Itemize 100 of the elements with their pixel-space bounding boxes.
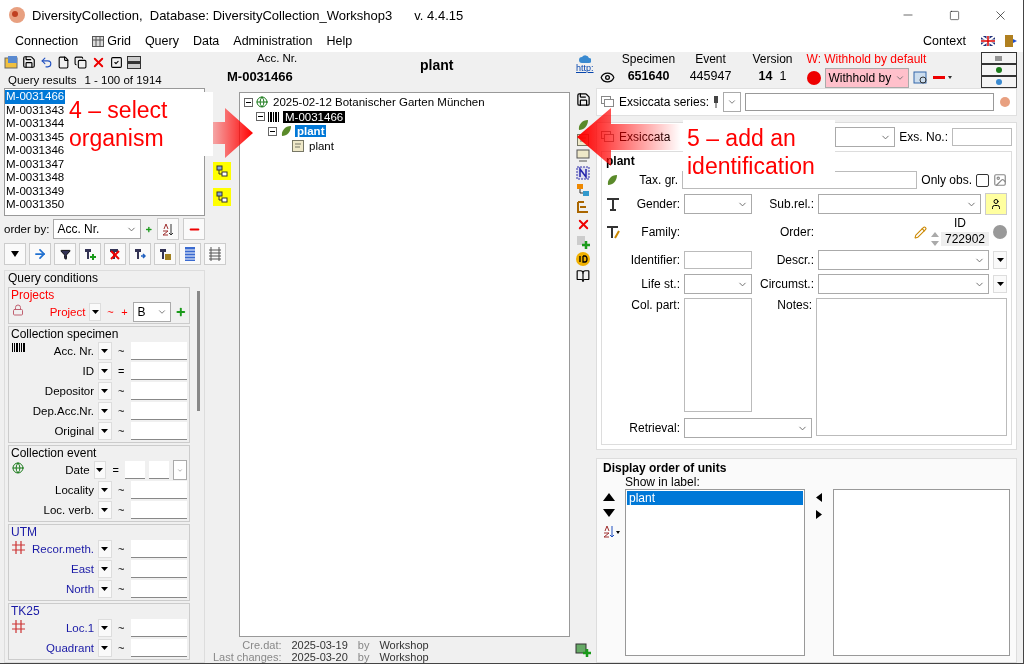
notes-field[interactable] <box>816 298 1007 436</box>
condition-field[interactable] <box>131 402 187 420</box>
exit-icon[interactable] <box>1003 34 1017 48</box>
operator-dropdown[interactable] <box>98 481 112 499</box>
event-view-button[interactable] <box>981 64 1017 76</box>
withhold-select[interactable]: Withhold by <box>824 68 909 88</box>
move-down-icon[interactable] <box>603 509 615 517</box>
add-icon[interactable] <box>175 305 187 319</box>
result-item[interactable]: M-0031466 <box>5 90 66 104</box>
move-up-icon[interactable] <box>603 493 615 501</box>
dropdown-button[interactable] <box>4 243 26 265</box>
move-right-icon[interactable] <box>816 510 822 519</box>
filter-remove-button[interactable] <box>104 243 126 265</box>
tree-tool-icon[interactable] <box>213 162 231 180</box>
day-field[interactable] <box>125 461 145 479</box>
tree-node[interactable]: M-0031466 <box>283 110 346 123</box>
result-item[interactable]: M-0031350 <box>5 198 66 212</box>
condition-field[interactable] <box>131 639 187 657</box>
condition-field[interactable] <box>131 580 187 598</box>
copy-icon[interactable] <box>74 55 87 69</box>
operator-dropdown[interactable] <box>98 619 112 637</box>
move-left-icon[interactable] <box>816 493 822 502</box>
http-link[interactable]: http: <box>576 63 594 73</box>
unit-item[interactable]: plant <box>627 491 803 505</box>
expander-icon[interactable] <box>268 126 277 136</box>
map-view-button[interactable] <box>981 76 1017 88</box>
panel-icon[interactable] <box>127 55 141 69</box>
project-select[interactable]: B <box>133 302 172 322</box>
condition-field[interactable] <box>131 560 187 578</box>
condition-field[interactable] <box>131 342 187 360</box>
menu-item[interactable]: Administration <box>226 34 320 48</box>
specimen-view-button[interactable] <box>981 52 1017 64</box>
id-icon[interactable] <box>576 252 590 266</box>
operator-dropdown[interactable] <box>98 501 112 519</box>
identifier-field[interactable] <box>684 251 752 269</box>
menu-item[interactable]: Context <box>915 34 973 48</box>
condition-field[interactable] <box>131 501 187 519</box>
list-icon[interactable] <box>576 200 590 214</box>
result-item[interactable]: M-0031347 <box>5 157 66 171</box>
sort-button[interactable] <box>157 218 179 240</box>
add-image-icon[interactable] <box>575 643 591 657</box>
menu-item[interactable]: Help <box>319 34 360 48</box>
arrow-button[interactable] <box>29 243 51 265</box>
pencil-icon[interactable] <box>913 225 927 239</box>
expander-icon[interactable] <box>244 97 253 107</box>
filter-button[interactable] <box>54 243 76 265</box>
menu-item[interactable]: Connection <box>8 34 86 48</box>
operator-dropdown[interactable] <box>98 580 112 598</box>
condition-field[interactable] <box>131 422 187 440</box>
preview-icon[interactable] <box>912 71 929 85</box>
rows-button[interactable] <box>204 243 226 265</box>
result-item[interactable]: M-0031345 <box>5 130 66 144</box>
exs-no-field[interactable] <box>952 128 1012 146</box>
condition-field[interactable] <box>131 382 187 400</box>
result-item[interactable]: M-0031348 <box>5 171 66 185</box>
series-field[interactable] <box>745 93 994 111</box>
sort-icon[interactable] <box>603 525 621 538</box>
operator-dropdown[interactable] <box>98 639 112 657</box>
result-item[interactable]: M-0031346 <box>5 144 66 158</box>
name-icon[interactable] <box>576 166 590 180</box>
operator-dropdown[interactable] <box>98 422 112 440</box>
operator-dropdown[interactable] <box>98 560 112 578</box>
menu-item[interactable]: Data <box>185 34 227 48</box>
tree-node[interactable]: plant <box>295 125 327 138</box>
tree-tool-icon[interactable] <box>213 188 231 206</box>
undo-icon[interactable] <box>40 55 53 69</box>
dropdown-button[interactable] <box>993 275 1007 293</box>
save-icon[interactable] <box>575 92 591 107</box>
relation-button[interactable] <box>985 193 1007 215</box>
book-icon[interactable] <box>576 269 590 283</box>
columns-button[interactable] <box>179 243 201 265</box>
only-obs-checkbox[interactable] <box>976 173 989 187</box>
tree-node[interactable]: plant <box>307 139 336 152</box>
stop-icon[interactable] <box>993 225 1007 239</box>
operator-dropdown[interactable] <box>98 362 112 380</box>
operator-dropdown[interactable] <box>98 342 112 360</box>
result-item[interactable]: M-0031343 <box>5 103 66 117</box>
expander-icon[interactable] <box>256 112 265 122</box>
flag-icon[interactable] <box>981 36 995 46</box>
save-icon[interactable] <box>22 55 36 69</box>
new-icon[interactable] <box>57 55 70 69</box>
remove-button[interactable] <box>183 218 205 240</box>
pin-icon[interactable] <box>713 96 720 108</box>
operator-dropdown[interactable] <box>93 461 107 479</box>
dropdown-button[interactable] <box>993 251 1007 269</box>
condition-field[interactable] <box>131 481 187 499</box>
condition-field[interactable] <box>131 540 187 558</box>
filter-forward-button[interactable] <box>129 243 151 265</box>
result-item[interactable]: M-0031349 <box>5 184 66 198</box>
filter-save-button[interactable] <box>154 243 176 265</box>
menu-item[interactable]: Query <box>137 34 186 48</box>
result-item[interactable]: M-0031344 <box>5 117 66 131</box>
operator-dropdown[interactable] <box>89 303 102 321</box>
menu-item[interactable]: Grid <box>85 34 138 48</box>
month-field[interactable] <box>149 461 169 479</box>
order-by-select[interactable]: Acc. Nr. <box>53 219 142 239</box>
condition-field[interactable] <box>131 362 187 380</box>
operator-dropdown[interactable] <box>98 540 112 558</box>
condition-field[interactable] <box>131 619 187 637</box>
operator-dropdown[interactable] <box>98 402 112 420</box>
